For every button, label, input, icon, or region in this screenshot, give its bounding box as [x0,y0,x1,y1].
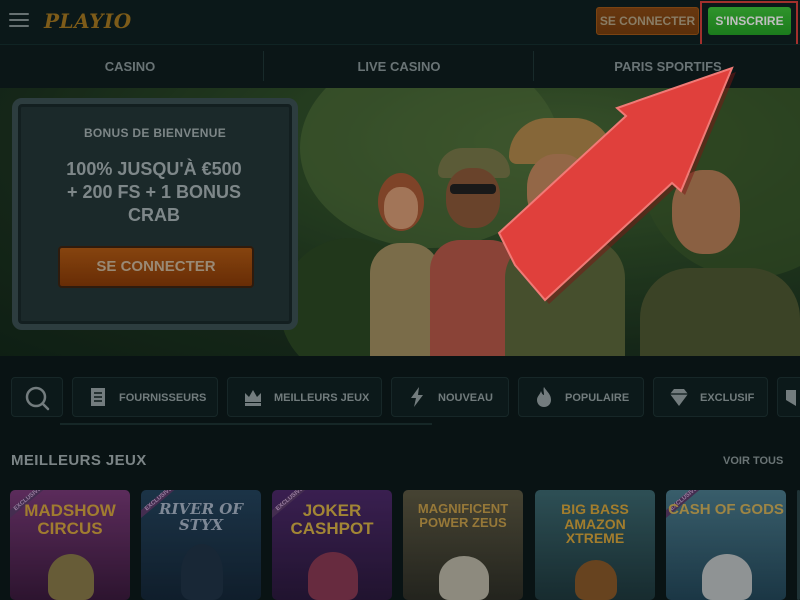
filter-best-games[interactable]: MEILLEURS JEUX [227,377,382,417]
nav-divider [263,51,264,81]
playio-logo[interactable]: PLAYIO [44,9,132,33]
filter-providers[interactable]: FOURNISSEURS [72,377,218,417]
category-filter-bar: FOURNISSEURS MEILLEURS JEUX NOUVEAU POPU… [0,376,800,420]
game-card-big-bass-amazon-xtreme[interactable]: BIG BASS AMAZON XTREME [535,490,655,600]
bonus-title: BONUS DE BIENVENUE [83,126,227,140]
filter-more[interactable] [777,377,800,417]
bonus-offer-line: + 200 FS + 1 BONUS [66,182,242,202]
hero-banner: BONUS DE BIENVENUE 100% JUSQU'À €500 + 2… [0,88,800,356]
signup-button[interactable]: S'INSCRIRE [708,7,791,35]
nav-item-sports-betting[interactable]: PARIS SPORTIFS [536,45,800,89]
hero-login-button[interactable]: SE CONNECTER [58,246,254,288]
game-title: MADSHOW CIRCUS [24,501,116,538]
nav-divider [533,51,534,81]
document-icon [91,388,105,406]
partial-icon [786,390,796,406]
nav-item-casino[interactable]: CASINO [0,45,260,89]
filter-popular[interactable]: POPULAIRE [518,377,644,417]
lightning-icon [411,387,423,407]
explorer-man-hat [505,118,625,356]
diamond-icon [670,389,688,406]
game-character [308,552,358,600]
game-character [439,556,489,600]
flame-icon [537,387,551,407]
login-button[interactable]: SE CONNECTER [596,7,699,35]
bonus-offer-text: 100% JUSQU'À €500 + 200 FS + 1 BONUS CRA… [20,158,288,227]
filter-label: FOURNISSEURS [119,392,207,404]
filter-label: POPULAIRE [565,392,630,404]
nav-item-live-casino[interactable]: LIVE CASINO [266,45,532,89]
game-title: JOKER CASHPOT [290,501,374,538]
filter-label: EXCLUSIF [700,392,755,404]
game-character [181,544,223,600]
game-title: CASH OF GODS [668,501,784,518]
game-character [702,554,752,600]
game-title: RIVER OF STYX [159,500,243,534]
game-card-madshow-circus[interactable]: EXCLUSIVE MADSHOW CIRCUS [10,490,130,600]
game-character [48,554,94,600]
filter-exclusive[interactable]: EXCLUSIF [653,377,768,417]
top-header: PLAYIO SE CONNECTER S'INSCRIRE [0,0,800,56]
filter-label: NOUVEAU [438,392,494,404]
hamburger-menu-icon[interactable] [9,13,29,29]
crown-icon [245,390,261,406]
filter-label: MEILLEURS JEUX [274,392,370,404]
bonus-offer-line: 100% JUSQU'À €500 [66,159,242,179]
search-button[interactable] [11,377,63,417]
bonus-offer-line: CRAB [128,205,180,225]
section-title: MEILLEURS JEUX [11,452,147,469]
game-card-river-of-styx[interactable]: EXCLUSIVE RIVER OF STYX [141,490,261,600]
filter-new[interactable]: NOUVEAU [391,377,509,417]
game-character [575,560,617,600]
game-title: BIG BASS AMAZON XTREME [561,501,629,547]
main-nav: CASINO LIVE CASINO PARIS SPORTIFS [0,44,800,88]
game-title: MAGNIFICENT POWER ZEUS [417,501,509,530]
search-icon [25,386,50,411]
game-card-cash-of-gods[interactable]: EXCLUSIVE CASH OF GODS [666,490,786,600]
game-card-joker-cashpot[interactable]: EXCLUSIVE JOKER CASHPOT [272,490,392,600]
explorer-man-right [620,148,800,356]
view-all-link[interactable]: VOIR TOUS [723,455,783,467]
filter-scrollbar[interactable] [60,423,432,425]
game-card-magnificent-power-zeus[interactable]: MAGNIFICENT POWER ZEUS [403,490,523,600]
